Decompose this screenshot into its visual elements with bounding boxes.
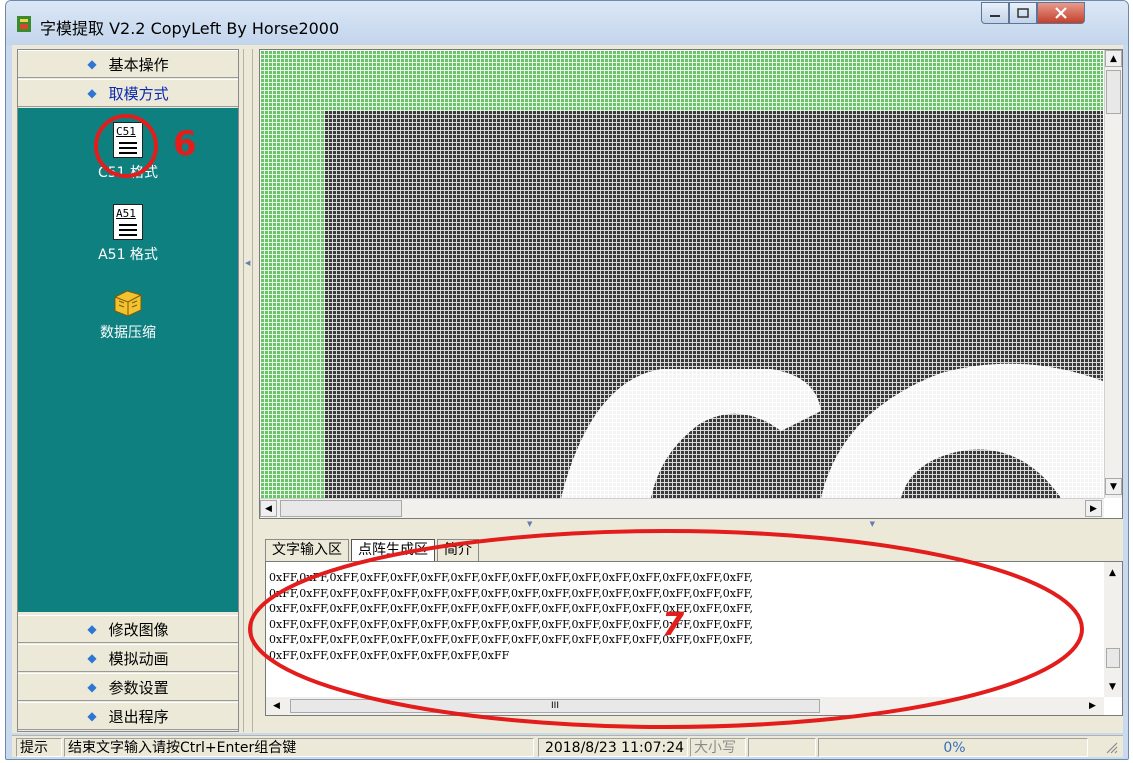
- minimize-button[interactable]: [981, 2, 1009, 24]
- tool-a51-format[interactable]: A51 A51 格式: [18, 204, 238, 264]
- scroll-right-icon[interactable]: ▶: [1085, 500, 1102, 517]
- maximize-button[interactable]: [1009, 2, 1037, 24]
- nav-item-label: 参数设置: [108, 678, 169, 697]
- nav-item-label: 基本操作: [108, 55, 169, 74]
- diamond-icon: ◆: [87, 680, 97, 694]
- collapse-left-icon[interactable]: ◀: [245, 259, 250, 267]
- nav-item-animation[interactable]: ◆ 模拟动画: [18, 644, 238, 672]
- nav-item-mode[interactable]: ◆ 取模方式: [18, 79, 238, 107]
- minimize-icon: [990, 15, 1000, 17]
- tool-data-compress[interactable]: 数据压缩: [18, 288, 238, 342]
- nav-item-label: 取模方式: [108, 84, 169, 103]
- app-logo-icon: [17, 16, 31, 32]
- diamond-icon: ◆: [87, 709, 97, 723]
- left-nav: ◆ 基本操作 ◆ 取模方式 C51 C51 格式 A51 A51 格式 数据压缩…: [17, 49, 239, 732]
- status-hint-text: 结束文字输入请按Ctrl+Enter组合键: [64, 738, 534, 757]
- dot-matrix-canvas[interactable]: [261, 51, 1103, 498]
- scroll-thumb[interactable]: [280, 500, 402, 517]
- status-hint-label: 提示: [16, 738, 62, 757]
- status-case-indicator: 大小写: [690, 738, 746, 757]
- close-icon: [1055, 7, 1067, 19]
- annotation-label-6: 6: [173, 124, 197, 164]
- status-datetime: 2018/8/23 11:07:24: [538, 738, 688, 757]
- compress-box-icon: [114, 290, 142, 317]
- scroll-left-icon[interactable]: ◀: [260, 500, 277, 517]
- scroll-down-icon[interactable]: ▼: [1104, 678, 1121, 695]
- resize-grip-icon[interactable]: [1104, 740, 1118, 754]
- nav-item-edit-image[interactable]: ◆ 修改图像: [18, 615, 238, 643]
- diamond-icon: ◆: [87, 57, 97, 71]
- matrix-vertical-scrollbar[interactable]: ▲ ▼: [1104, 50, 1122, 498]
- nav-item-exit[interactable]: ◆ 退出程序: [18, 702, 238, 730]
- close-button[interactable]: [1037, 2, 1085, 24]
- nav-item-label: 退出程序: [108, 707, 169, 726]
- nav-item-settings[interactable]: ◆ 参数设置: [18, 673, 238, 701]
- mode-tool-panel: C51 C51 格式 A51 A51 格式 数据压缩 6: [18, 108, 238, 612]
- nav-item-basic-ops[interactable]: ◆ 基本操作: [18, 50, 238, 78]
- output-vertical-scrollbar[interactable]: ▲ ▼: [1104, 562, 1122, 697]
- diamond-icon: ◆: [87, 622, 97, 636]
- status-bar: 提示 结束文字输入请按Ctrl+Enter组合键 2018/8/23 11:07…: [12, 735, 1123, 757]
- title-bar[interactable]: 字模提取 V2.2 CopyLeft By Horse2000: [6, 1, 1128, 45]
- matrix-horizontal-scrollbar[interactable]: ◀ ▶: [260, 498, 1104, 518]
- annotation-circle-6: [94, 114, 158, 178]
- status-empty: [748, 738, 816, 757]
- diamond-icon: ◆: [87, 651, 97, 665]
- scroll-up-icon[interactable]: ▲: [1104, 564, 1121, 581]
- window-title: 字模提取 V2.2 CopyLeft By Horse2000: [40, 19, 340, 38]
- scroll-down-icon[interactable]: ▼: [1105, 478, 1122, 495]
- maximize-icon: [1017, 8, 1029, 18]
- scroll-thumb[interactable]: [1106, 70, 1121, 114]
- scroll-up-icon[interactable]: ▲: [1105, 50, 1122, 67]
- tool-label: A51 格式: [98, 247, 158, 263]
- nav-item-label: 模拟动画: [108, 649, 169, 668]
- app-window: 字模提取 V2.2 CopyLeft By Horse2000 ◆ 基本操作 ◆…: [5, 0, 1129, 760]
- diamond-icon: ◆: [87, 86, 97, 100]
- dot-matrix-view: ▲ ▼ ◀ ▶: [259, 49, 1123, 519]
- a51-file-icon: A51: [113, 204, 143, 240]
- tool-label: 数据压缩: [100, 325, 156, 341]
- annotation-label-7: 7: [662, 605, 685, 643]
- client-area: ◆ 基本操作 ◆ 取模方式 C51 C51 格式 A51 A51 格式 数据压缩…: [12, 45, 1123, 733]
- scroll-thumb[interactable]: [1106, 648, 1120, 668]
- nav-item-label: 修改图像: [108, 620, 169, 639]
- status-progress: 0%: [818, 738, 1088, 757]
